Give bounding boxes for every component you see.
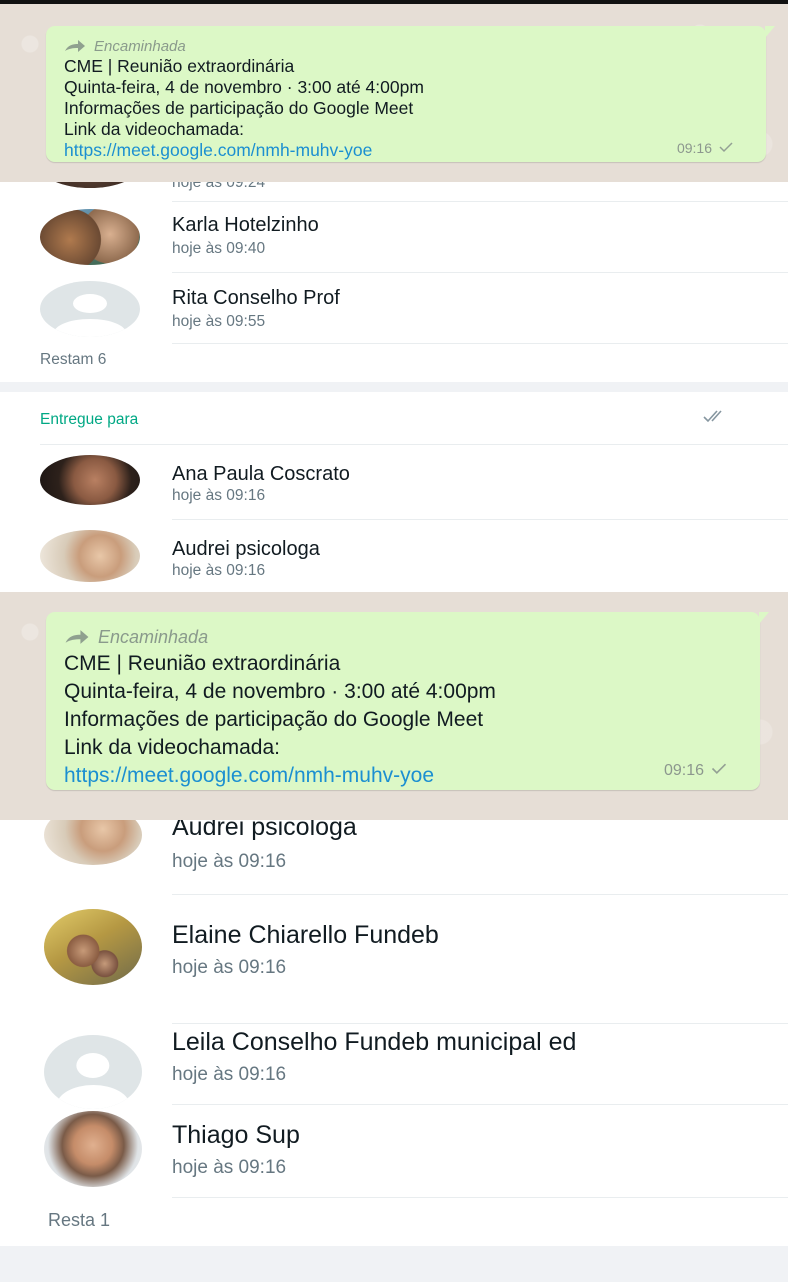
- message-meta: 09:16: [677, 140, 734, 156]
- contact-name: Thiago Sup: [172, 1121, 300, 1149]
- contact-row[interactable]: Elaine Chiarello Fundeb hoje às 09:16: [0, 895, 788, 1023]
- contact-name: Audrei psicologa: [172, 538, 320, 560]
- contact-row[interactable]: Rita Conselho Prof hoje às 09:55: [0, 273, 788, 343]
- avatar: [40, 455, 140, 505]
- default-avatar-icon: [44, 1035, 142, 1109]
- forwarded-label: Encaminhada: [94, 37, 186, 55]
- section-separator: [0, 1246, 788, 1282]
- contact-name: Leila Conselho Fundeb municipal ed: [172, 1028, 577, 1056]
- contact-time: hoje às 09:55: [172, 313, 266, 330]
- message-line: Informações de participação do Google Me…: [64, 708, 484, 731]
- message-bubble[interactable]: Encaminhada CME | Reunião extraordinária…: [46, 612, 769, 790]
- contact-name: Ana Paula Coscrato: [172, 463, 350, 485]
- message-time: 09:16: [663, 762, 704, 779]
- chat-background: Encaminhada CME | Reunião extraordinária…: [0, 4, 788, 182]
- contact-name: Elaine Chiarello Fundeb: [172, 921, 439, 949]
- contact-time: hoje às 09:16: [172, 487, 266, 504]
- contact-time: hoje às 09:16: [172, 851, 287, 872]
- message-line: Link da videochamada:: [64, 736, 280, 759]
- message-line: Quinta-feira, 4 de novembro · 3:00 até 4…: [64, 680, 496, 703]
- forwarded-indicator: Encaminhada: [64, 624, 760, 650]
- delivered-header: Entregue para: [40, 411, 139, 428]
- message-line: Link da videochamada:: [64, 119, 244, 139]
- contact-time: hoje às 09:16: [172, 562, 266, 579]
- message-line: CME | Reunião extraordinária: [64, 56, 295, 76]
- avatar: [40, 209, 140, 265]
- contact-time: hoje às 09:16: [172, 1064, 287, 1085]
- forwarded-label: Encaminhada: [98, 626, 209, 647]
- message-time: 09:16: [676, 140, 712, 156]
- avatar: [44, 909, 142, 985]
- message-line: Informações de participação do Google Me…: [64, 98, 414, 118]
- message-meta: 09:16: [664, 762, 728, 780]
- meet-link[interactable]: https://meet.google.com/nmh-muhv-yoe: [64, 140, 766, 161]
- contact-row[interactable]: Audrei psicologa hoje às 09:16: [0, 520, 788, 592]
- remaining-count[interactable]: Resta 1: [48, 1210, 110, 1231]
- message-line: CME | Reunião extraordinária: [64, 652, 341, 675]
- forward-arrow-icon: [64, 629, 90, 645]
- divider: [172, 1197, 788, 1198]
- contact-row[interactable]: Thiago Sup hoje às 09:16: [0, 1105, 788, 1200]
- message-line: Quinta-feira, 4 de novembro · 3:00 até 4…: [64, 77, 424, 97]
- default-avatar-icon: [40, 281, 140, 337]
- double-check-icon: [702, 409, 730, 428]
- forwarded-indicator: Encaminhada: [64, 36, 766, 56]
- remaining-count[interactable]: Restam 6: [40, 351, 106, 369]
- message-bubble[interactable]: Encaminhada CME | Reunião extraordinária…: [46, 26, 775, 162]
- contact-time: hoje às 09:40: [172, 240, 266, 257]
- contact-name: Karla Hotelzinho: [172, 214, 319, 236]
- forward-arrow-icon: [64, 39, 86, 53]
- contact-time: hoje às 09:16: [172, 1157, 287, 1178]
- chat-background: Encaminhada CME | Reunião extraordinária…: [0, 592, 788, 820]
- contact-name: Rita Conselho Prof: [172, 287, 340, 309]
- check-icon: [718, 140, 734, 156]
- meet-link[interactable]: https://meet.google.com/nmh-muhv-yoe: [64, 762, 760, 790]
- section-separator: [0, 382, 788, 392]
- avatar: [40, 530, 140, 582]
- avatar: [44, 1111, 142, 1187]
- divider: [172, 343, 788, 344]
- check-icon: [710, 762, 728, 780]
- contact-row[interactable]: Karla Hotelzinho hoje às 09:40: [0, 202, 788, 272]
- contact-row[interactable]: Ana Paula Coscrato hoje às 09:16: [0, 445, 788, 519]
- contact-time: hoje às 09:16: [172, 957, 287, 978]
